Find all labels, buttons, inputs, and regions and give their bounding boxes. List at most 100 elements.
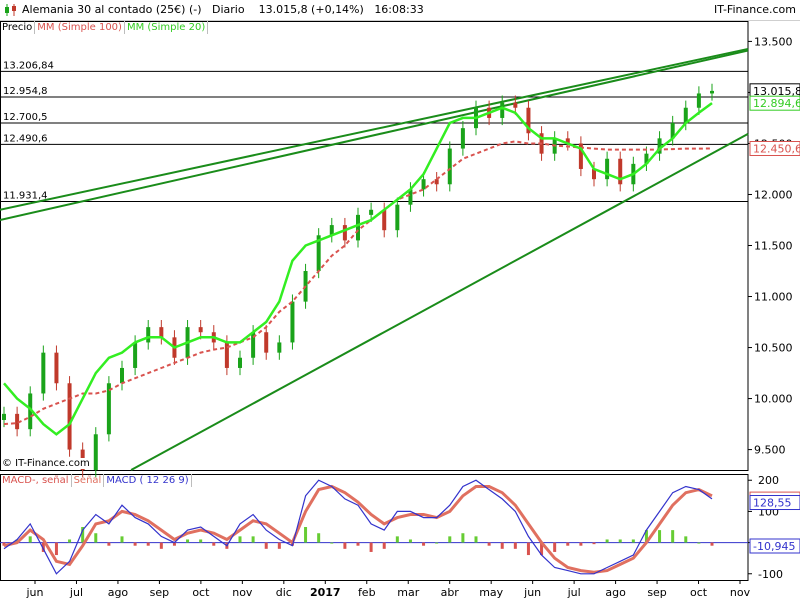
macd-histogram-bar (343, 542, 347, 549)
x-tick-label: jul (69, 586, 83, 599)
x-tick-label: mar (397, 586, 419, 599)
x-tick-label: nov (232, 586, 253, 599)
legend-macd-neg[interactable]: MACD-, señal (0, 474, 72, 487)
price-tick-label: 11.000 (754, 291, 793, 304)
macd-histogram-bar (566, 542, 570, 546)
macd-histogram-bar (487, 542, 491, 546)
x-tick-label: sep (647, 586, 666, 599)
macd-histogram-bar (553, 542, 557, 552)
macd-histogram-bar (94, 533, 98, 543)
level-label: 12.954,8 (3, 86, 48, 97)
candle-body (342, 225, 347, 241)
price-change: 13.015,8 (+0,14%) (258, 3, 364, 16)
candlestick-icon (5, 4, 16, 16)
macd-histogram-bar (317, 533, 321, 543)
macd-histogram-bar (658, 530, 662, 543)
legend-macd[interactable]: MACD ( 12 26 9) (104, 474, 192, 487)
signal-value-label: 128,55 (753, 497, 792, 510)
legend-signal[interactable]: Señal (72, 474, 105, 487)
trendline (0, 47, 749, 211)
candle-body (710, 90, 714, 94)
signal-line (3, 484, 713, 574)
candle-body (605, 158, 610, 180)
macd-histogram-bar (631, 539, 635, 543)
x-tick-label: feb (358, 586, 376, 599)
instrument-title: Alemania 30 al contado (25€) (-) (22, 3, 202, 16)
candle-body (106, 383, 111, 435)
candle-body (159, 327, 164, 338)
price-legend: Precio MM (Simple 100) MM (Simple 20) (0, 21, 209, 35)
macd-histogram-bar (592, 542, 596, 545)
candle-body (369, 209, 374, 215)
macd-panel-frame (0, 474, 749, 581)
macd-histogram-bar (238, 536, 242, 543)
candle-body (146, 327, 151, 343)
macd-histogram-bar (186, 539, 190, 543)
macd-histogram-bar (146, 542, 150, 546)
macd-histogram-bar (618, 539, 622, 543)
macd-histogram-bar (422, 542, 426, 546)
price-tick-label: 9.500 (754, 444, 786, 457)
macd-histogram-bar (330, 542, 334, 544)
candle-body (54, 352, 59, 384)
brand-label: IT-Finance.com (714, 3, 796, 16)
candle-body (395, 204, 400, 231)
macd-histogram-bar (54, 542, 58, 556)
macd-histogram-bar (369, 542, 373, 552)
candle-body (434, 179, 439, 185)
macd-tick-label: -100 (758, 568, 783, 581)
candle-body (382, 209, 387, 231)
macd-histogram-bar (435, 542, 439, 544)
legend-ma100[interactable]: MM (Simple 100) (35, 21, 125, 34)
candle-body (2, 413, 6, 420)
legend-ma20[interactable]: MM (Simple 20) (125, 21, 209, 34)
period-label: Diario (212, 3, 245, 16)
x-tick-label: dic (276, 586, 292, 599)
level-label: 12.700,5 (3, 112, 48, 123)
macd-histogram-bar (120, 536, 124, 543)
macd-legend: MACD-, señal Señal MACD ( 12 26 9) (0, 474, 192, 488)
macd-histogram-bar (264, 542, 268, 549)
candle-body (421, 179, 426, 190)
macd-histogram-bar (304, 527, 308, 543)
candle-body (356, 214, 360, 241)
macd-histogram-bar (710, 542, 714, 546)
x-tick-label: jun (523, 586, 541, 599)
macd-histogram-bar (68, 539, 72, 543)
ma100-line (3, 140, 713, 426)
ma100-price-label: 12.450,6 (753, 142, 800, 155)
x-tick-label: may (479, 586, 503, 599)
candle-body (93, 434, 98, 470)
candle-body (120, 367, 124, 384)
macd-histogram-bar (159, 542, 163, 549)
trendline (130, 133, 749, 471)
macd-histogram-bar (513, 542, 517, 549)
x-tick-label: 2017 (310, 586, 341, 599)
x-tick-label: ago (108, 586, 129, 599)
macd-histogram-bar (277, 542, 281, 549)
macd-histogram-bar (212, 542, 216, 546)
chart-svg: 13.50013.00012.50012.00011.50011.00010.5… (0, 21, 800, 599)
macd-histogram-bar (382, 542, 386, 549)
x-tick-label: abr (441, 586, 460, 599)
macd-histogram-bar (474, 536, 478, 543)
macd-histogram-bar (461, 533, 465, 543)
candle-body (277, 342, 282, 353)
candle-body (513, 102, 518, 108)
macd-histogram-bar (395, 536, 399, 543)
macd-histogram-bar (671, 530, 675, 543)
macd-histogram-bar (579, 542, 583, 546)
price-tick-label: 10.000 (754, 393, 793, 406)
macd-histogram-bar (356, 542, 360, 546)
candle-body (133, 342, 138, 368)
macd-histogram-bar (500, 542, 504, 549)
x-tick-label: nov (730, 586, 751, 599)
price-tick-label: 13.500 (754, 35, 793, 48)
price-tick-label: 12.000 (754, 188, 793, 201)
legend-price[interactable]: Precio (0, 21, 36, 34)
price-tick-label: 11.500 (754, 240, 793, 253)
candle-body (264, 332, 269, 353)
candle-body (290, 301, 295, 343)
macd-histogram-bar (448, 536, 452, 543)
ma20-price-label: 12.894,6 (753, 97, 800, 110)
